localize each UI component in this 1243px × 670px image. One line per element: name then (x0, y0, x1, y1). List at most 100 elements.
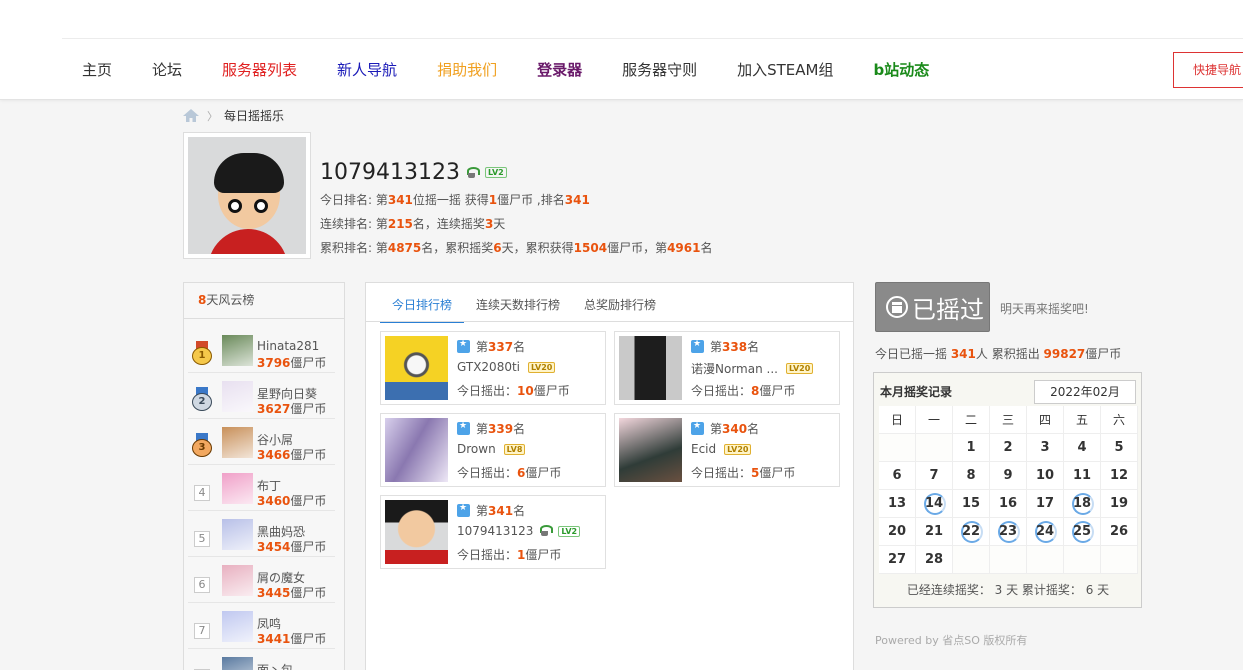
calendar-month-select[interactable]: 2022年02月 (1034, 380, 1136, 404)
avatar[interactable] (222, 473, 253, 504)
avatar[interactable] (222, 565, 253, 596)
calendar-empty (1101, 546, 1138, 574)
calendar-empty (953, 546, 990, 574)
ranking-card[interactable]: 第337名 GTX2080ti LV20 今日摇出：10僵尸币 (380, 331, 606, 405)
calendar-day[interactable]: 6 (879, 462, 916, 490)
nav-item-3[interactable]: 新人导航 (317, 50, 417, 90)
ranking-tabs: 今日排行榜 连续天数排行榜 总奖励排行榜 (380, 283, 668, 323)
main-nav: 主页 论坛 服务器列表 新人导航 捐助我们 登录器 服务器守则 加入STEAM组 b站动态 (62, 50, 949, 90)
card-rank: 第340名 (691, 420, 759, 437)
card-user: 1079413123 LV2 (457, 524, 581, 538)
ranking-card[interactable]: 第340名 Ecid LV20 今日摇出：5僵尸币 (614, 413, 840, 487)
nav-item-0[interactable]: 主页 (62, 50, 132, 90)
calendar-day[interactable]: 17 (1027, 490, 1064, 518)
avatar[interactable] (619, 418, 682, 482)
calendar-day[interactable]: 26 (1101, 518, 1138, 546)
calendar-day[interactable]: 12 (1101, 462, 1138, 490)
quick-nav-button[interactable]: 快捷导航 (1173, 52, 1243, 88)
shaken-button[interactable]: 已摇过 (875, 282, 990, 332)
tab-0[interactable]: 今日排行榜 (380, 283, 465, 323)
calendar-day[interactable]: 2 (990, 434, 1027, 462)
tab-2[interactable]: 总奖励排行榜 (572, 283, 668, 323)
gold-medal-icon: 1 (192, 341, 212, 365)
avatar[interactable] (385, 336, 448, 400)
calendar-day[interactable]: 15 (953, 490, 990, 518)
calendar-day[interactable]: 8 (953, 462, 990, 490)
leaderboard-row[interactable]: 1 Hinata281 3796僵尸币 (188, 329, 335, 373)
card-user-name[interactable]: 1079413123 (457, 524, 533, 538)
calendar-day[interactable]: 19 (1101, 490, 1138, 518)
calendar-title: 本月摇奖记录 (880, 385, 953, 399)
leaderboard-row[interactable]: 3 谷小屌 3466僵尸币 (188, 421, 335, 465)
bookmark-icon (457, 339, 470, 353)
card-today-coins: 今日摇出：1僵尸币 (457, 548, 562, 562)
calendar-day[interactable]: 11 (1064, 462, 1101, 490)
calendar-day[interactable]: 14 (916, 490, 953, 518)
calendar-day[interactable]: 3 (1027, 434, 1064, 462)
avatar[interactable] (385, 500, 448, 564)
card-user-name[interactable]: GTX2080ti (457, 360, 520, 374)
leaderboard-row[interactable]: 8面丶包 (188, 651, 335, 670)
calendar-day[interactable]: 10 (1027, 462, 1064, 490)
calendar-day[interactable]: 27 (879, 546, 916, 574)
calendar-day[interactable]: 20 (879, 518, 916, 546)
calendar-day[interactable]: 21 (916, 518, 953, 546)
ranking-card[interactable]: 第339名 Drown LV8 今日摇出：6僵尸币 (380, 413, 606, 487)
profile-username: 1079413123 (320, 160, 460, 185)
avatar[interactable] (222, 611, 253, 642)
leaderboard-row[interactable]: 4 布丁 3460僵尸币 (188, 467, 335, 511)
calendar-day[interactable]: 24 (1027, 518, 1064, 546)
leaderboard-row[interactable]: 6 屑の魔女 3445僵尸币 (188, 559, 335, 603)
sprout-icon (466, 166, 480, 179)
avatar[interactable] (222, 427, 253, 458)
leaderboard-row[interactable]: 5 黑曲妈恐 3454僵尸币 (188, 513, 335, 557)
nav-item-7[interactable]: 加入STEAM组 (717, 50, 853, 90)
leaderboard-row[interactable]: 2 星野向日葵 3627僵尸币 (188, 375, 335, 419)
level-badge: LV20 (785, 363, 814, 374)
avatar[interactable] (222, 381, 253, 412)
breadcrumb-current: 每日摇摇乐 (224, 109, 285, 123)
card-user-name[interactable]: Ecid (691, 442, 716, 456)
nav-item-4[interactable]: 捐助我们 (417, 50, 517, 90)
sprout-icon (539, 525, 554, 537)
ranking-card[interactable]: 第341名 1079413123 LV2 今日摇出：1僵尸币 (380, 495, 606, 569)
profile-name: 1079413123 LV2 (320, 160, 507, 185)
nav-item-8[interactable]: b站动态 (853, 50, 949, 90)
home-icon[interactable] (183, 109, 199, 122)
leaderboard-user-name[interactable]: Hinata281 (257, 339, 319, 353)
card-user: 诺漫Norman ... LV20 (691, 360, 814, 377)
calendar-day[interactable]: 23 (990, 518, 1027, 546)
avatar[interactable] (222, 519, 253, 550)
nav-item-2[interactable]: 服务器列表 (202, 50, 317, 90)
calendar-day[interactable]: 22 (953, 518, 990, 546)
leaderboard-coins: 3796僵尸币 (257, 356, 327, 370)
calendar-day[interactable]: 16 (990, 490, 1027, 518)
nav-item-6[interactable]: 服务器守则 (602, 50, 717, 90)
calendar-weekday: 三 (990, 406, 1027, 434)
tab-1[interactable]: 连续天数排行榜 (464, 283, 572, 323)
calendar-day[interactable]: 1 (953, 434, 990, 462)
nav-item-1[interactable]: 论坛 (132, 50, 202, 90)
card-user-name[interactable]: 诺漫Norman ... (691, 360, 778, 377)
calendar-day[interactable]: 9 (990, 462, 1027, 490)
breadcrumb-separator: 〉 (207, 109, 218, 123)
ranking-card[interactable]: 第338名诺漫Norman ... LV20 今日摇出：8僵尸币 (614, 331, 840, 405)
rank-number: 7 (194, 623, 210, 639)
leaderboard-user-name[interactable]: 面丶包 (257, 661, 293, 670)
avatar[interactable] (619, 336, 682, 400)
calendar-day[interactable]: 5 (1101, 434, 1138, 462)
calendar-day[interactable]: 25 (1064, 518, 1101, 546)
card-user-name[interactable]: Drown (457, 442, 496, 456)
calendar-day[interactable]: 13 (879, 490, 916, 518)
leaderboard-row[interactable]: 7 凤鸣 3441僵尸币 (188, 605, 335, 649)
calendar-day[interactable]: 7 (916, 462, 953, 490)
avatar[interactable] (222, 657, 253, 670)
calendar-weekday: 六 (1101, 406, 1138, 434)
avatar[interactable] (385, 418, 448, 482)
calendar-day[interactable]: 18 (1064, 490, 1101, 518)
avatar[interactable] (222, 335, 253, 366)
calendar-day[interactable]: 28 (916, 546, 953, 574)
card-user: GTX2080ti LV20 (457, 360, 556, 374)
calendar-day[interactable]: 4 (1064, 434, 1101, 462)
nav-item-5[interactable]: 登录器 (517, 50, 602, 90)
